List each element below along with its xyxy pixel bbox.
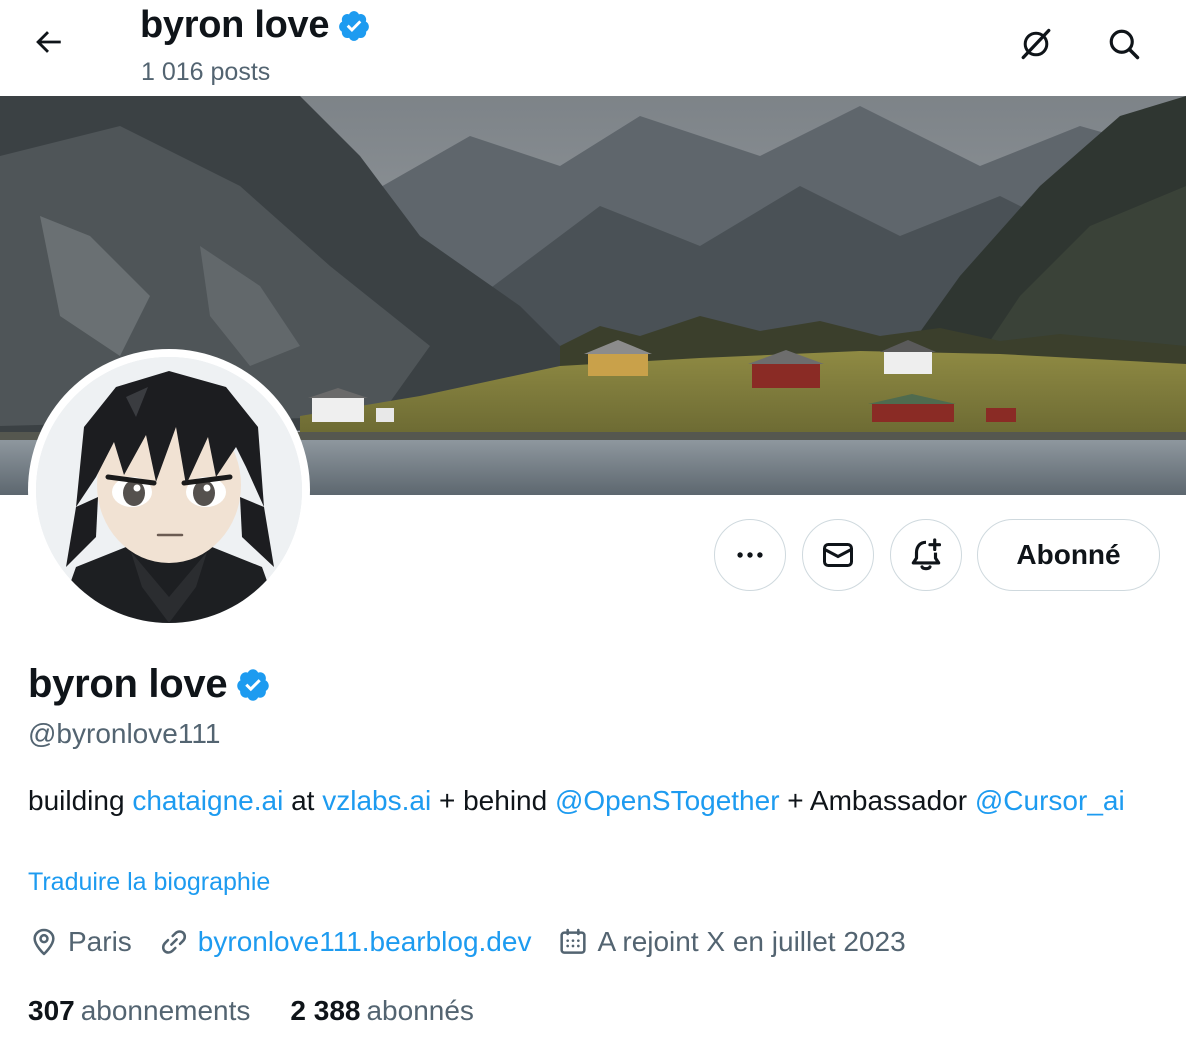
follow-stats: 307 abonnements 2 388 abonnés <box>28 995 514 1027</box>
top-bar: byron love 1 016 posts <box>0 0 1186 96</box>
notifications-button[interactable] <box>890 519 962 591</box>
bio-link-vzlabs[interactable]: vzlabs.ai <box>322 785 431 816</box>
website-item: byronlove111.bearblog.dev <box>158 926 532 958</box>
search-icon <box>1109 29 1140 60</box>
website-link[interactable]: byronlove111.bearblog.dev <box>198 926 532 958</box>
location-text: Paris <box>68 926 132 957</box>
joined-text: A rejoint X en juillet 2023 <box>597 926 906 957</box>
link-icon <box>161 930 186 954</box>
profile-name: byron love <box>28 662 271 707</box>
followers-stat[interactable]: 2 388 abonnés <box>290 995 474 1027</box>
following-stat[interactable]: 307 abonnements <box>28 995 250 1027</box>
calendar-icon <box>560 928 587 954</box>
bio-text: + behind <box>431 785 555 816</box>
avatar-anime-character-image <box>36 357 302 623</box>
posts-count: 1 016 posts <box>141 58 271 86</box>
bio-mention-cursor[interactable]: @Cursor_ai <box>975 785 1125 816</box>
location-icon <box>33 928 55 956</box>
grok-icon <box>1021 28 1051 60</box>
bio-text: + Ambassador <box>779 785 975 816</box>
verified-badge-icon <box>339 10 370 41</box>
translate-bio-link[interactable]: Traduire la biographie <box>28 868 270 897</box>
profile-display-name: byron love <box>28 662 228 706</box>
location-item: Paris <box>28 926 132 958</box>
header-title: byron love <box>140 4 371 47</box>
profile-bio: building chataigne.ai at vzlabs.ai + beh… <box>28 781 1148 821</box>
following-count: 307 <box>28 995 75 1026</box>
following-label: abonnements <box>80 995 251 1026</box>
joined-item: A rejoint X en juillet 2023 <box>557 926 906 958</box>
more-options-button[interactable] <box>714 519 786 591</box>
followers-label: abonnés <box>366 995 474 1026</box>
bio-text: building <box>28 785 133 816</box>
bio-link-chataigne[interactable]: chataigne.ai <box>132 785 283 816</box>
bio-mention-openstogether[interactable]: @OpenSTogether <box>555 785 780 816</box>
search-button[interactable] <box>1098 18 1150 70</box>
back-arrow-icon <box>36 31 61 53</box>
verified-badge-icon[interactable] <box>235 667 271 703</box>
header-display-name: byron love <box>140 4 330 46</box>
profile-avatar[interactable] <box>28 349 310 631</box>
profile-meta: Paris byronlove111.bearblog.dev A rejoin… <box>28 926 932 958</box>
grok-button[interactable] <box>1010 18 1062 70</box>
notification-bell-icon <box>911 538 942 571</box>
message-button[interactable] <box>802 519 874 591</box>
bio-text: at <box>283 785 323 816</box>
following-button[interactable]: Abonné <box>977 519 1160 591</box>
back-button[interactable] <box>22 20 74 64</box>
more-icon <box>737 552 763 558</box>
profile-handle: @byronlove111 <box>28 718 221 749</box>
followers-count: 2 388 <box>290 995 361 1026</box>
message-icon <box>823 543 853 567</box>
